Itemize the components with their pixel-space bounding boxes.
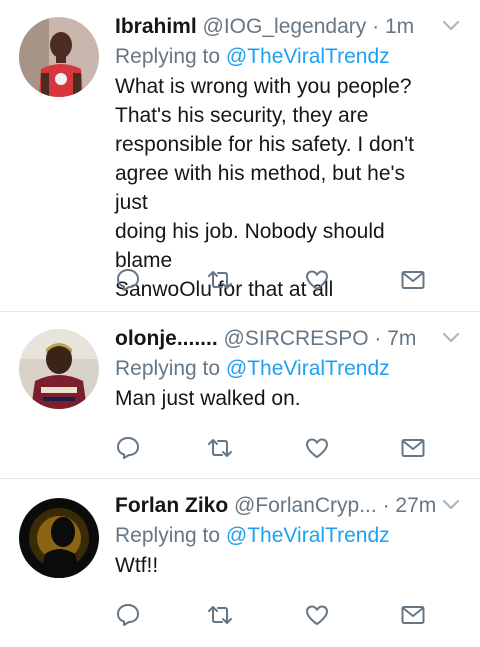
user-photo-icon <box>19 329 99 409</box>
tweet-header: Forlan Ziko @ForlanCryp... · 27m <box>115 491 440 521</box>
user-handle[interactable]: @SIRCRESPO <box>224 327 369 350</box>
reply-icon[interactable] <box>115 602 141 628</box>
display-name[interactable]: olonje....... <box>115 327 218 350</box>
user-handle[interactable]: @ForlanCryp... <box>234 494 377 517</box>
mention-link[interactable]: @TheViralTrendz <box>226 357 390 380</box>
tweet-text-line: Man just walked on. <box>115 387 301 410</box>
timestamp[interactable]: 7m <box>387 327 416 350</box>
tweet-actions <box>115 435 435 465</box>
separator-dot: · <box>372 15 380 38</box>
avatar[interactable] <box>19 498 99 578</box>
replying-to-label: Replying to <box>115 45 221 68</box>
display-name[interactable]: Ibrahiml <box>115 15 197 38</box>
direct-message-icon[interactable] <box>400 602 426 628</box>
like-icon[interactable] <box>304 602 330 628</box>
user-photo-icon <box>19 17 99 97</box>
replying-to-line: Replying to @TheViralTrendz <box>115 354 440 384</box>
mention-link[interactable]: @TheViralTrendz <box>226 524 390 547</box>
reply-icon[interactable] <box>115 435 141 461</box>
replying-to-label: Replying to <box>115 357 221 380</box>
like-icon[interactable] <box>304 267 330 293</box>
display-name[interactable]: Forlan Ziko <box>115 494 228 517</box>
retweet-icon[interactable] <box>207 267 233 293</box>
like-icon[interactable] <box>304 435 330 461</box>
retweet-icon[interactable] <box>207 435 233 461</box>
direct-message-icon[interactable] <box>400 435 426 461</box>
tweet-text-line: What is wrong with you people? <box>115 75 412 98</box>
direct-message-icon[interactable] <box>400 267 426 293</box>
avatar[interactable] <box>19 17 99 97</box>
tweet-text: Wtf!! <box>115 551 440 580</box>
tweet[interactable]: olonje....... @SIRCRESPO · 7m Replying t… <box>0 311 480 478</box>
timestamp[interactable]: 27m <box>395 494 436 517</box>
tweet-text: Man just walked on. <box>115 384 440 413</box>
replying-to-line: Replying to @TheViralTrendz <box>115 42 440 72</box>
mention-link[interactable]: @TheViralTrendz <box>226 45 390 68</box>
tweet-header: olonje....... @SIRCRESPO · 7m <box>115 324 440 354</box>
separator-dot: · <box>374 327 382 350</box>
tweet[interactable]: Forlan Ziko @ForlanCryp... · 27m Replyin… <box>0 478 480 647</box>
tweet-actions <box>115 602 435 632</box>
tweet-actions <box>115 267 435 297</box>
tweet-header: Ibrahiml @IOG_legendary · 1m <box>115 12 440 42</box>
chevron-down-icon[interactable] <box>442 20 460 32</box>
replying-to-label: Replying to <box>115 524 221 547</box>
timestamp[interactable]: 1m <box>385 15 414 38</box>
user-handle[interactable]: @IOG_legendary <box>203 15 367 38</box>
tweet-text-line: responsible for his safety. I don't <box>115 133 414 156</box>
reply-icon[interactable] <box>115 267 141 293</box>
avatar[interactable] <box>19 329 99 409</box>
separator-dot: · <box>382 494 390 517</box>
tweet-text-line: agree with his method, but he's just <box>115 162 406 214</box>
chevron-down-icon[interactable] <box>442 332 460 344</box>
retweet-icon[interactable] <box>207 602 233 628</box>
user-photo-icon <box>19 498 99 578</box>
replying-to-line: Replying to @TheViralTrendz <box>115 521 440 551</box>
tweet-text-line: That's his security, they are <box>115 104 369 127</box>
tweet-text-line: Wtf!! <box>115 554 159 577</box>
chevron-down-icon[interactable] <box>442 499 460 511</box>
tweet[interactable]: Ibrahiml @IOG_legendary · 1m Replying to… <box>0 0 480 311</box>
